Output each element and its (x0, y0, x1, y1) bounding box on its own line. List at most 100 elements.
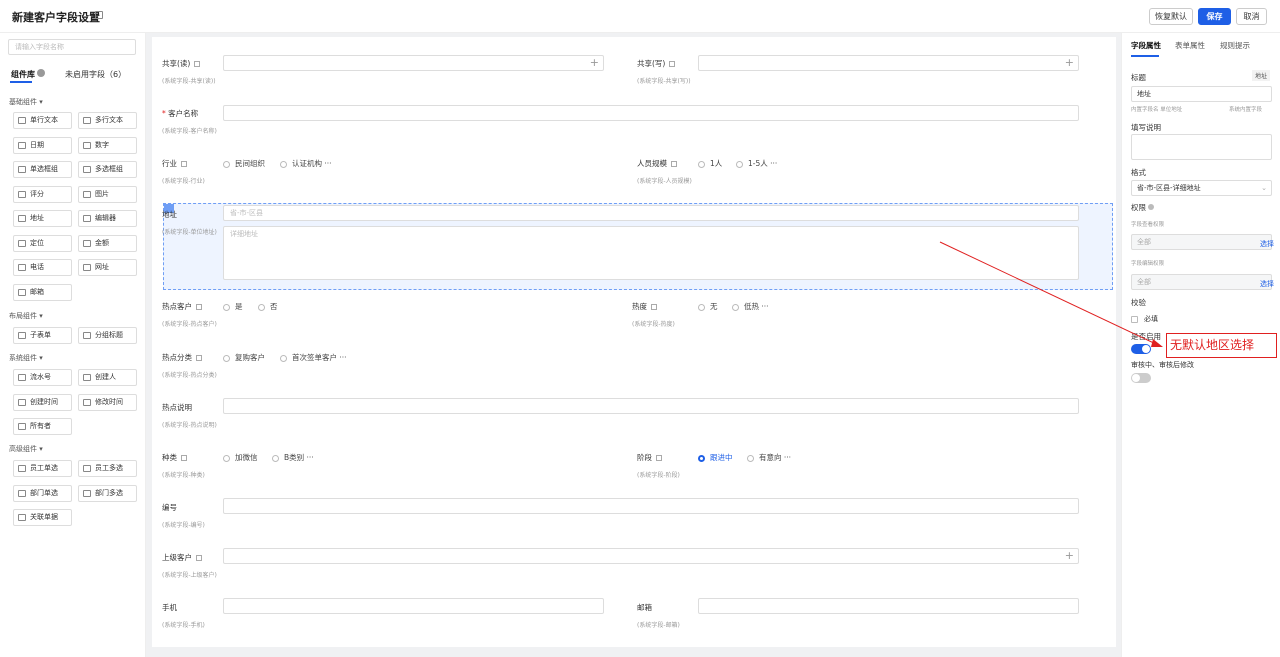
choose-edit-link[interactable]: 选择 (1260, 279, 1274, 289)
radio-option[interactable]: 民间组织 (223, 158, 265, 169)
component-basic-0[interactable]: 单行文本 (13, 112, 72, 129)
component-system-3[interactable]: 修改时间 (78, 393, 137, 411)
component-basic-5[interactable]: 多选框组 (78, 161, 137, 178)
perm-label: 权限 (1131, 202, 1155, 213)
email-input[interactable] (698, 598, 1079, 614)
component-basic-9[interactable]: 编辑器 (78, 210, 137, 227)
component-label: 地址 (30, 214, 44, 222)
radio-option[interactable]: 认证机构 ··· (280, 158, 332, 169)
tab-unused-fields[interactable]: 未启用字段（6） (65, 69, 126, 80)
radio-option[interactable]: 加微信 (223, 452, 258, 463)
region-input[interactable]: 省-市-区县 (223, 205, 1079, 221)
chevron-down-icon: ⌄ (1261, 184, 1267, 192)
component-label: 流水号 (30, 373, 51, 381)
radio-option[interactable]: 有意向 ··· (747, 452, 791, 463)
radio-option[interactable]: 否 (258, 301, 278, 312)
radio-option[interactable]: 1人 (698, 158, 722, 169)
number-input[interactable] (223, 498, 1079, 514)
cancel-button[interactable]: 取消 (1236, 8, 1267, 25)
parent-customer-input[interactable]: + (223, 548, 1079, 564)
component-layout-0[interactable]: 子表单 (13, 327, 72, 344)
required-checkbox[interactable]: 必填 (1131, 314, 1158, 324)
component-label: 员工单选 (30, 464, 58, 472)
page-title: 新建客户字段设置 (12, 11, 100, 24)
component-basic-14[interactable]: 邮箱 (13, 283, 72, 301)
component-basic-3[interactable]: 数字 (78, 136, 137, 154)
component-icon (83, 374, 91, 381)
radio-option[interactable]: 低热 ··· (732, 301, 769, 312)
component-advanced-2[interactable]: 部门单选 (13, 484, 72, 502)
edit-perm-input[interactable]: 全部 (1131, 274, 1272, 290)
radio-option[interactable]: B类别 ··· (272, 452, 314, 463)
radio-option[interactable]: 1-5人 ··· (736, 158, 777, 169)
component-basic-1[interactable]: 多行文本 (78, 112, 137, 129)
field-label: 热度 (632, 301, 657, 312)
component-library-panel: 请输入字段名称 组件库 未启用字段（6） 基础组件 ▾ 单行文本 多行文本 日期 数字… (0, 33, 146, 657)
component-basic-4[interactable]: 单选框组 (13, 161, 72, 178)
component-layout-1[interactable]: 分组标题 (78, 327, 137, 344)
field-label: 共享(写) (637, 58, 676, 69)
view-perm-input[interactable]: 全部 (1131, 234, 1272, 250)
radio-option-checked[interactable]: 跟进中 (698, 452, 733, 463)
title-input[interactable]: 地址 (1131, 86, 1272, 102)
enabled-toggle[interactable] (1131, 344, 1151, 354)
field-sub: (系统字段-热点说明) (162, 422, 217, 429)
detail-address-input[interactable]: 详细地址 (223, 226, 1079, 280)
component-basic-10[interactable]: 定位 (13, 234, 72, 252)
save-button[interactable]: 保存 (1198, 8, 1231, 25)
component-basic-6[interactable]: 评分 (13, 185, 72, 203)
component-basic-2[interactable]: 日期 (13, 136, 72, 154)
component-basic-13[interactable]: 网址 (78, 259, 137, 276)
radio-option[interactable]: 复购客户 (223, 352, 265, 363)
component-icon (18, 117, 26, 124)
layout-icon[interactable] (95, 11, 103, 19)
choose-view-link[interactable]: 选择 (1260, 239, 1274, 249)
desc-textarea[interactable] (1131, 134, 1272, 160)
tab-rule-tips[interactable]: 规则提示 (1220, 40, 1250, 51)
header-bar: 新建客户字段设置 恢复默认 保存 取消 (0, 0, 1280, 33)
hot-desc-input[interactable] (223, 398, 1079, 414)
component-basic-8[interactable]: 地址 (13, 210, 72, 227)
component-system-0[interactable]: 流水号 (13, 369, 72, 386)
component-icon (18, 239, 26, 247)
field-sub: (系统字段-热度) (632, 321, 675, 328)
form-preview: 共享(读) (系统字段-共享(读)) + 共享(写) (系统字段-共享(写)) … (152, 37, 1116, 647)
review-toggle[interactable] (1131, 373, 1151, 383)
field-label: 上级客户 (162, 552, 202, 563)
section-advanced: 高级组件 ▾ (9, 445, 43, 453)
share-read-input[interactable]: + (223, 55, 604, 71)
field-search-input[interactable]: 请输入字段名称 (8, 39, 136, 55)
view-perm-text: 字段查看权限 (1131, 222, 1165, 228)
component-system-1[interactable]: 创建人 (78, 369, 137, 386)
component-basic-11[interactable]: 金额 (78, 234, 137, 252)
share-write-input[interactable]: + (698, 55, 1079, 71)
component-advanced-3[interactable]: 部门多选 (78, 484, 137, 502)
active-tab-indicator (10, 81, 32, 83)
format-select[interactable]: 省-市-区县-详细地址 ⌄ (1131, 180, 1272, 196)
system-field-text: 系统内置字段 (1229, 107, 1263, 113)
radio-option[interactable]: 首次签单客户 ··· (280, 352, 347, 363)
mobile-input[interactable] (223, 598, 604, 614)
tab-component-library[interactable]: 组件库 (11, 69, 35, 80)
customer-name-input[interactable] (223, 105, 1079, 121)
component-basic-12[interactable]: 电话 (13, 259, 72, 276)
radio-option[interactable]: 是 (223, 301, 243, 312)
component-advanced-0[interactable]: 员工单选 (13, 460, 72, 477)
field-sub: (系统字段-热点分类) (162, 372, 217, 379)
edit-perm-text: 字段编辑权限 (1131, 261, 1165, 267)
component-advanced-4[interactable]: 关联单据 (13, 509, 72, 526)
restore-default-button[interactable]: 恢复默认 (1149, 8, 1193, 25)
component-advanced-1[interactable]: 员工多选 (78, 460, 137, 477)
tab-field-props[interactable]: 字段属性 (1131, 40, 1161, 51)
component-label: 图片 (95, 189, 109, 198)
component-icon (83, 489, 91, 497)
component-system-2[interactable]: 创建时间 (13, 393, 72, 411)
component-basic-7[interactable]: 图片 (78, 185, 137, 203)
title-tag: 地址 (1252, 70, 1271, 81)
component-system-4[interactable]: 所有者 (13, 418, 72, 435)
component-label: 创建时间 (30, 397, 58, 406)
component-icon (18, 264, 26, 271)
radio-option[interactable]: 无 (698, 301, 718, 312)
tab-form-props[interactable]: 表单属性 (1175, 40, 1205, 51)
field-label: * 客户名称 (162, 109, 199, 118)
